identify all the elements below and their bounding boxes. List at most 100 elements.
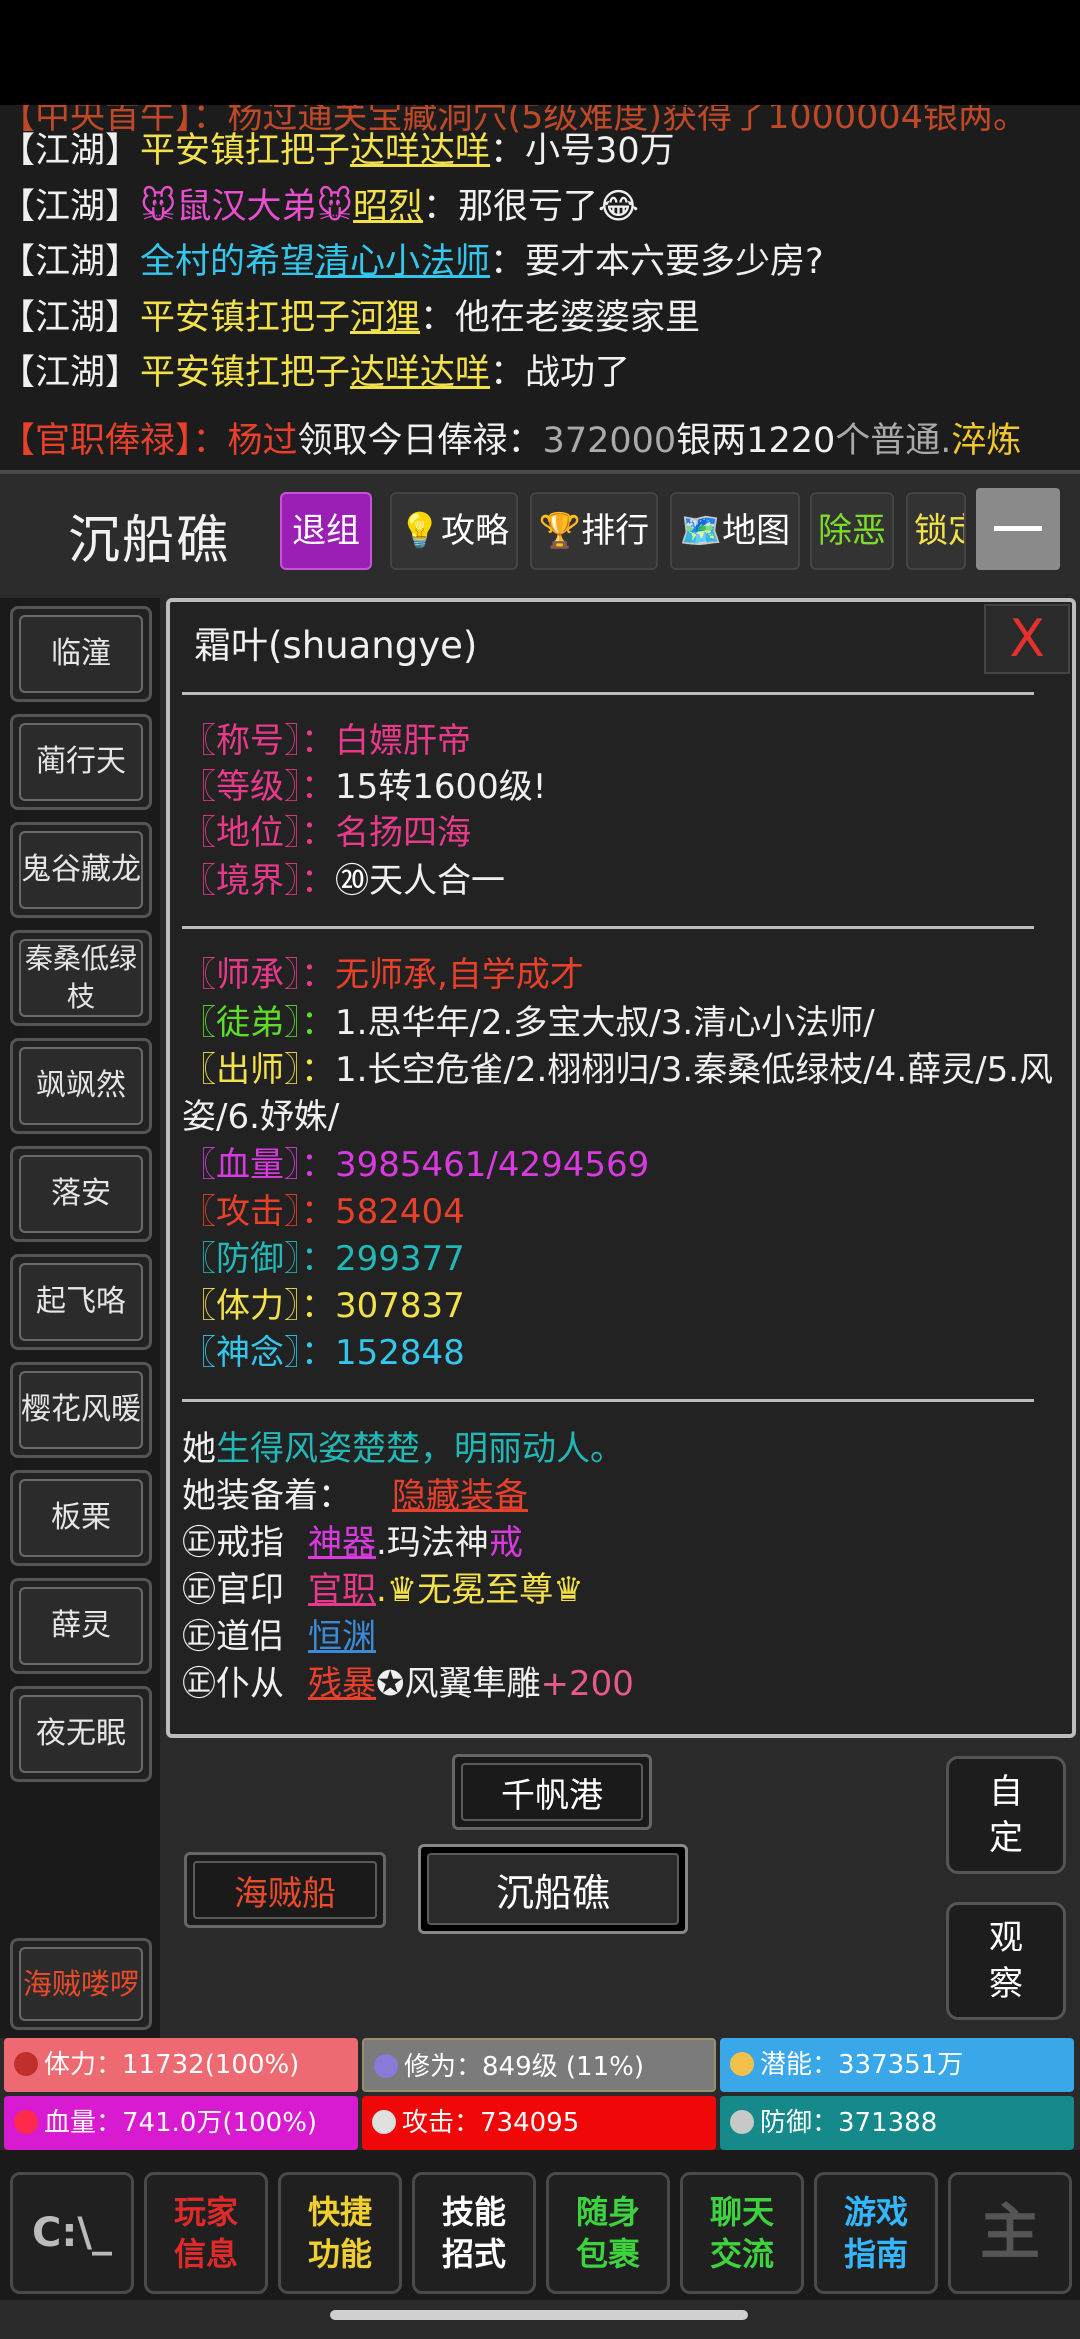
atk-row: 〖攻击〗：582404 xyxy=(182,1189,465,1235)
leave-team-button[interactable]: 退组 xyxy=(280,492,372,570)
partner-link[interactable]: 恒渊 xyxy=(308,1617,376,1657)
chat-line: 【江湖】🐭鼠汉大弟🐭昭烈：那很亏了😂 xyxy=(0,183,639,231)
status-value: 名扬四海 xyxy=(335,813,471,853)
disciples-value: 1.思华年/2.多宝大叔/3.清心小法师/ xyxy=(335,1003,875,1043)
potential-stat: 潜能：337351万 xyxy=(720,2038,1074,2092)
chat-button[interactable]: 聊天 交流 xyxy=(680,2172,804,2294)
status-bar-area xyxy=(0,0,1080,105)
main-button[interactable]: 主 xyxy=(948,2172,1072,2294)
chat-channel-tag: 【江湖】 xyxy=(0,186,141,227)
status-label: 〖地位〗： xyxy=(182,813,335,853)
servant-bonus: +200 xyxy=(540,1664,634,1704)
npc-pirate[interactable]: 海贼喽啰 xyxy=(10,1938,152,2030)
salary-count: 1220 xyxy=(746,421,836,461)
disciples-label: 〖徒弟〗： xyxy=(182,1003,335,1043)
minus-icon xyxy=(994,526,1042,531)
npc-item[interactable]: 薛灵 xyxy=(10,1578,152,1674)
npc-item[interactable]: 蔺行天 xyxy=(10,714,152,810)
realm-label: 〖境界〗： xyxy=(182,861,335,901)
chat-salary-line: 【官职俸禄】：杨过领取今日俸禄：372000银两1220个普通.淬炼 xyxy=(0,417,1021,465)
npc-item[interactable]: 鬼谷藏龙 xyxy=(10,822,152,918)
chat-player-name[interactable]: 清心小法师 xyxy=(315,242,490,282)
npc-item[interactable]: 临潼 xyxy=(10,606,152,702)
atk-value: 582404 xyxy=(335,1192,465,1232)
equip-ring-row: ㊣戒指 神器.玛法神戒 xyxy=(182,1520,523,1566)
equip-slot: ㊣仆从 xyxy=(182,1664,284,1704)
hp-stat-text: 血量：741.0万(100%) xyxy=(44,2108,318,2138)
guide-button[interactable]: 💡攻略 xyxy=(390,492,518,570)
atk-label: 〖攻击〗： xyxy=(182,1192,335,1232)
chat-log[interactable]: 【中央首牛】：杨过通关宝藏洞穴(5级难度)获得了1000004银两。 【江湖】平… xyxy=(0,105,1080,470)
quick-functions-button[interactable]: 快捷 功能 xyxy=(278,2172,402,2294)
ranking-button[interactable]: 🏆排行 xyxy=(530,492,658,570)
npc-label: 飒飒然 xyxy=(19,1047,143,1125)
chat-player-name[interactable]: 达咩达咩 xyxy=(350,353,490,393)
npc-label: 夜无眠 xyxy=(19,1695,143,1773)
map-current-label: 沉船礁 xyxy=(495,1870,610,1915)
player-info-button[interactable]: 玩家 信息 xyxy=(144,2172,268,2294)
npc-label: 薛灵 xyxy=(19,1587,143,1665)
chat-channel-tag: 【江湖】 xyxy=(0,131,141,171)
chat-player-name[interactable]: 达咩达咩 xyxy=(350,131,490,171)
inventory-button[interactable]: 随身 包裹 xyxy=(546,2172,670,2294)
npc-item[interactable]: 飒飒然 xyxy=(10,1038,152,1134)
close-button[interactable]: X xyxy=(984,604,1070,674)
def-row: 〖防御〗：299377 xyxy=(182,1236,465,1282)
chat-channel-tag: 【江湖】 xyxy=(0,353,141,393)
level-row: 〖等级〗：15转1600级! xyxy=(182,764,546,810)
servant-link[interactable]: 残暴 xyxy=(308,1664,376,1704)
chat-player-name[interactable]: 河狸 xyxy=(350,298,420,338)
desc-text: 生得风姿楚楚，明丽动人。 xyxy=(216,1429,624,1469)
servant-name: ✪风翼隼雕 xyxy=(376,1664,541,1704)
map-current-button[interactable]: 沉船礁 xyxy=(418,1844,688,1934)
spirit-row: 〖神念〗：152848 xyxy=(182,1330,465,1376)
equip-ring-suffix: 戒 xyxy=(488,1523,523,1563)
map-west-label: 海贼船 xyxy=(234,1873,336,1914)
equip-seal-link[interactable]: 官职 xyxy=(308,1570,376,1610)
npc-item[interactable]: 落安 xyxy=(10,1146,152,1242)
salary-tag: 【官职俸禄】： xyxy=(0,421,228,461)
chat-title: 平安镇扛把子 xyxy=(140,353,351,393)
custom-button[interactable]: 自 定 xyxy=(946,1756,1066,1874)
equip-ring-link[interactable]: 神器 xyxy=(308,1523,376,1563)
observe-button[interactable]: 观 察 xyxy=(946,1902,1066,2020)
chat-line: 【江湖】全村的希望清心小法师：要才本六要多少房? xyxy=(0,238,824,286)
hidden-equip-link[interactable]: 隐藏装备 xyxy=(392,1476,528,1516)
heart-icon xyxy=(14,2110,38,2134)
console-button[interactable]: C:\_ xyxy=(10,2172,134,2294)
skills-button[interactable]: 技能 招式 xyxy=(412,2172,536,2294)
npc-item[interactable]: 樱花风暖 xyxy=(10,1362,152,1458)
game-guide-button[interactable]: 游戏 指南 xyxy=(814,2172,938,2294)
npc-item[interactable]: 夜无眠 xyxy=(10,1686,152,1782)
spirit-label: 〖神念〗： xyxy=(182,1333,335,1373)
map-north-button[interactable]: 千帆港 xyxy=(452,1754,652,1830)
home-indicator[interactable] xyxy=(330,2310,748,2320)
cultivation-stat-text: 修为：849级 (11%) xyxy=(404,2052,644,2082)
map-button[interactable]: 🗺️地图 xyxy=(670,492,800,570)
npc-item[interactable]: 秦桑低绿枝 xyxy=(10,930,152,1026)
map-west-button[interactable]: 海贼船 xyxy=(184,1852,386,1928)
lock-button[interactable]: 锁定 xyxy=(906,492,966,570)
npc-item[interactable]: 板栗 xyxy=(10,1470,152,1566)
npc-label: 起飞咯 xyxy=(19,1263,143,1341)
minimize-button[interactable] xyxy=(976,488,1060,570)
npc-label: 临潼 xyxy=(19,615,143,693)
npc-label: 板栗 xyxy=(19,1479,143,1557)
chat-message: ：小号30万 xyxy=(490,131,675,171)
master-row: 〖师承〗：无师承,自学成才 xyxy=(182,952,584,998)
graduated-label: 〖出师〗： xyxy=(182,1050,335,1090)
drumstick-icon xyxy=(14,2052,38,2076)
shield-icon xyxy=(730,2110,754,2134)
salary-name[interactable]: 杨过 xyxy=(228,421,298,461)
equip-seal-row: ㊣官印 官职.♛无冕至尊♛ xyxy=(182,1567,584,1613)
defense-stat-text: 防御：371388 xyxy=(760,2108,938,2138)
chat-player-name[interactable]: 昭烈 xyxy=(353,187,423,227)
eliminate-evil-button[interactable]: 除恶 xyxy=(810,492,894,570)
attack-stat-text: 攻击：734095 xyxy=(402,2108,580,2138)
level-value: 15转1600级! xyxy=(335,767,547,807)
salary-grade: 个普通. xyxy=(835,421,952,461)
title-row: 〖称号〗：白嫖肝帝 xyxy=(182,718,471,764)
npc-item[interactable]: 起飞咯 xyxy=(10,1254,152,1350)
equip-ring-name: .玛法神 xyxy=(376,1523,489,1563)
salary-text: 领取今日俸禄： xyxy=(297,421,543,461)
